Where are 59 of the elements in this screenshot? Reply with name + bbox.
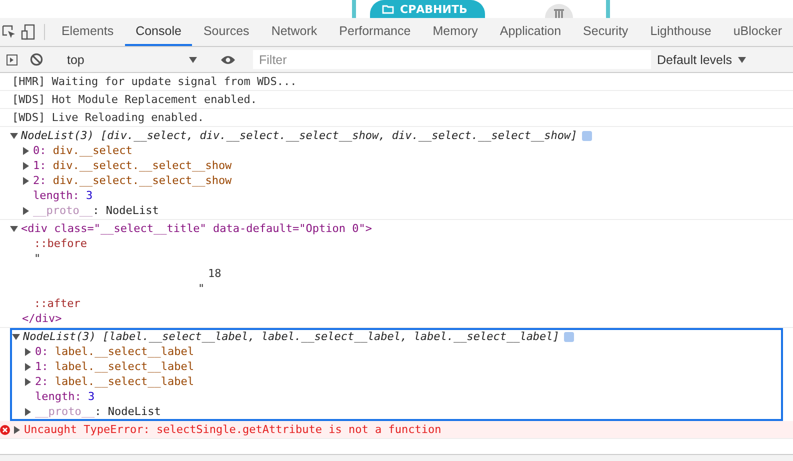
nodelist-summary: NodeList(3) [label.__select__label, label.__select__label, label.__select__label]	[23, 329, 560, 344]
devtools-tab[interactable]: Lighthouse	[639, 18, 722, 46]
expand-triangle-icon[interactable]	[10, 224, 18, 232]
levels-dropdown[interactable]: Default levels	[657, 52, 746, 66]
property-key: length:	[35, 389, 88, 404]
folder-icon	[382, 4, 394, 14]
element-line: "	[34, 251, 41, 266]
element-line: ::after	[34, 296, 80, 311]
expand-triangle-icon[interactable]	[13, 426, 21, 434]
devtools-tab[interactable]: Performance	[328, 18, 422, 46]
element-line: ::before	[34, 236, 87, 251]
property-value: 3	[88, 389, 95, 404]
filter-field[interactable]: Filter	[253, 50, 651, 69]
trash-button[interactable]	[545, 4, 574, 18]
property-value: label.__select__label	[54, 359, 194, 374]
property-key: __proto__	[35, 404, 95, 419]
devtools-tab[interactable]: Application	[488, 18, 572, 46]
caret-icon	[738, 56, 746, 62]
property-value: 3	[86, 188, 93, 203]
element-line: </div>	[22, 311, 62, 326]
property-key: 2:	[35, 374, 55, 389]
element-line: <div class="__select__title" data-default="Option 0">	[21, 221, 372, 236]
log-message: [HMR] Waiting for update signal from WDS...	[12, 74, 297, 89]
element-line: 18	[208, 266, 222, 281]
property-key: __proto__	[33, 203, 93, 218]
nodelist-summary: NodeList(3) [div.__select, div.__select.__select__show, div.__select.__select__show]	[21, 128, 578, 143]
devtools-tab[interactable]: Elements	[50, 18, 125, 46]
property-value: div.__select.__select__show	[52, 173, 232, 188]
log-message: [WDS] Live Reloading enabled.	[12, 110, 204, 125]
property-key: length:	[33, 188, 86, 203]
expand-triangle-icon[interactable]	[12, 332, 20, 340]
devtools-tab[interactable]: Security	[572, 18, 640, 46]
trash-icon	[553, 8, 566, 18]
property-value: label.__select__label	[54, 344, 194, 359]
caret-icon	[189, 56, 197, 62]
devtools-tab[interactable]: Memory	[422, 18, 489, 46]
devtools-tab[interactable]: Network	[260, 18, 328, 46]
property-key: 2:	[33, 173, 53, 188]
element-line: "	[198, 281, 205, 296]
property-value: div.__select	[52, 143, 132, 158]
log-message: [WDS] Hot Module Replacement enabled.	[12, 92, 258, 107]
property-key: 0:	[35, 344, 55, 359]
property-key: 1:	[33, 158, 53, 173]
property-value: div.__select.__select__show	[52, 158, 232, 173]
expand-triangle-icon[interactable]	[22, 206, 30, 214]
context-dropdown[interactable]: top	[61, 52, 203, 66]
error-message: Uncaught TypeError: selectSingle.getAttribute is not a function	[24, 422, 442, 437]
expand-triangle-icon[interactable]	[10, 132, 18, 140]
expand-triangle-icon[interactable]	[24, 408, 32, 416]
property-key: 1:	[35, 359, 55, 374]
devtools-tab[interactable]: uBlocker	[722, 18, 793, 46]
property-value: label.__select__label	[54, 374, 194, 389]
property-key: 0:	[33, 143, 53, 158]
property-value: : NodeList	[92, 203, 159, 218]
property-value: : NodeList	[94, 404, 161, 419]
info-icon	[564, 332, 574, 342]
devtools-tab[interactable]: Sources	[192, 18, 260, 46]
info-icon	[582, 130, 592, 140]
error-icon	[0, 424, 10, 434]
